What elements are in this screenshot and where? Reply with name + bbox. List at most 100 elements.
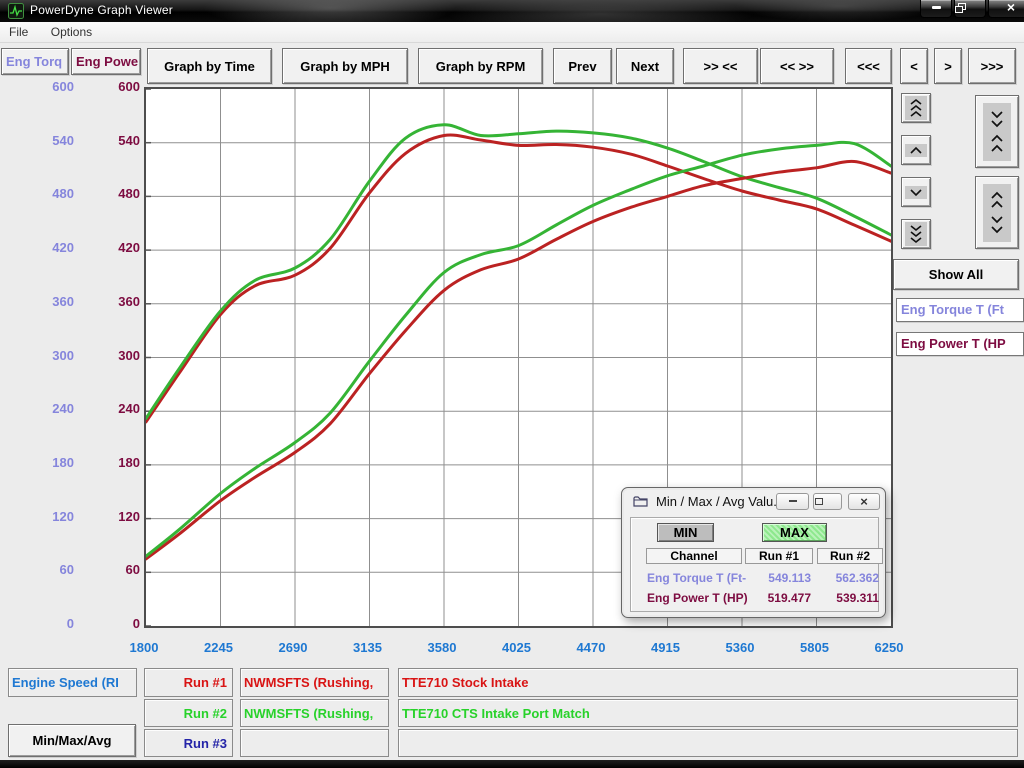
column-header-run2[interactable]: Run #2 — [817, 548, 883, 564]
run1-desc-field[interactable]: TTE710 Stock Intake — [398, 668, 1018, 697]
y-tick-power-300: 300 — [0, 347, 140, 365]
window-minimize-button[interactable] — [920, 0, 952, 18]
y-tick-torque-360: 360 — [0, 293, 74, 311]
x-tick-2245: 2245 — [189, 640, 249, 655]
minmax-dialog[interactable]: Min / Max / Avg Valu... × MIN MAX Channe… — [621, 487, 886, 618]
title-bar[interactable]: PowerDyne Graph Viewer × — [0, 0, 1024, 22]
y-axis-power-labels: 0 60 120 180 240 300 360 420 480 540 600 — [0, 0, 140, 768]
scroll-left-button[interactable]: < — [900, 48, 928, 84]
x-tick-4025: 4025 — [487, 640, 547, 655]
menu-file[interactable]: File — [0, 22, 37, 42]
x-tick-2690: 2690 — [263, 640, 323, 655]
max-tab-button[interactable]: MAX — [762, 523, 827, 542]
row-channel-label: Eng Power T (HP) — [647, 591, 748, 605]
y-tick-torque-60: 60 — [0, 561, 74, 579]
minimize-icon — [932, 6, 941, 9]
row-run1-value: 549.113 — [745, 571, 811, 585]
x-tick-1800: 1800 — [114, 640, 174, 655]
menu-options[interactable]: Options — [42, 22, 101, 42]
y-scroll-triple-up-button[interactable] — [901, 93, 931, 123]
row-run2-value: 562.362 — [817, 571, 879, 585]
powerdyne-window: PowerDyne Graph Viewer × File Options En… — [0, 0, 1024, 768]
zoom-out-x-button[interactable]: << >> — [760, 48, 834, 84]
scroll-right-button[interactable]: > — [934, 48, 962, 84]
y-tick-torque-180: 180 — [0, 454, 74, 472]
channel-button-power[interactable]: Eng Powe — [71, 48, 141, 75]
restore-icon — [814, 497, 824, 506]
x-tick-4470: 4470 — [561, 640, 621, 655]
y-zoom-expand-button[interactable] — [975, 176, 1019, 249]
row-run1-value: 519.477 — [745, 591, 811, 605]
menu-bar: File Options — [0, 22, 1024, 43]
app-icon — [8, 3, 24, 19]
y-tick-torque-120: 120 — [0, 508, 74, 526]
y-tick-torque-540: 540 — [0, 132, 74, 150]
y-tick-torque-0: 0 — [0, 615, 74, 633]
legend-torque-button[interactable]: Eng Torque T (Ft — [896, 298, 1024, 322]
dialog-close-button[interactable]: × — [848, 493, 880, 510]
minimize-icon — [789, 500, 797, 502]
legend-power-button[interactable]: Eng Power T (HP — [896, 332, 1024, 356]
chevron-triple-down-icon — [905, 222, 927, 246]
y-scroll-triple-down-button[interactable] — [901, 219, 931, 249]
y-scroll-down-button[interactable] — [901, 177, 931, 207]
chevron-triple-up-icon — [905, 96, 927, 120]
y-zoom-collapse-button[interactable] — [975, 95, 1019, 168]
run3-desc-field[interactable] — [398, 729, 1018, 757]
y-tick-power-480: 480 — [0, 185, 140, 203]
restore-icon — [955, 3, 966, 13]
y-scroll-up-button[interactable] — [901, 135, 931, 165]
x-axis-labels: 1800224526903135358040254470491553605805… — [0, 640, 1024, 656]
y-tick-power-360: 360 — [0, 293, 140, 311]
x-tick-5805: 5805 — [785, 640, 845, 655]
min-tab-button[interactable]: MIN — [657, 523, 714, 542]
y-axis-torque-labels: 060120180240300360420480540600 — [0, 0, 74, 768]
graph-by-rpm-button[interactable]: Graph by RPM — [418, 48, 543, 84]
run3-label: Run #3 — [144, 729, 233, 757]
close-icon: × — [1007, 0, 1015, 15]
column-header-channel[interactable]: Channel — [646, 548, 742, 564]
window-close-button[interactable]: × — [988, 0, 1024, 18]
scroll-far-right-button[interactable]: >>> — [968, 48, 1016, 84]
y-tick-power-60: 60 — [0, 561, 140, 579]
x-tick-6250: 6250 — [859, 640, 919, 655]
run1-label: Run #1 — [144, 668, 233, 697]
y-tick-power-240: 240 — [0, 400, 140, 418]
y-tick-power-600: 600 — [0, 78, 140, 96]
y-tick-power-180: 180 — [0, 454, 140, 472]
channel-button-torque[interactable]: Eng Torq — [1, 48, 69, 75]
chevron-up-icon — [905, 144, 927, 157]
run2-file-field[interactable]: NWMSFTS (Rushing, — [240, 699, 389, 727]
y-tick-torque-480: 480 — [0, 185, 74, 203]
dialog-restore-button[interactable] — [813, 493, 842, 510]
y-tick-torque-600: 600 — [0, 78, 74, 96]
scroll-far-left-button[interactable]: <<< — [845, 48, 892, 84]
window-bottom-border — [0, 760, 1024, 768]
row-channel-label: Eng Torque T (Ft- — [647, 571, 746, 585]
show-all-button[interactable]: Show All — [893, 259, 1019, 290]
x-tick-3580: 3580 — [412, 640, 472, 655]
chevron-expand-icon — [983, 184, 1011, 242]
y-tick-torque-420: 420 — [0, 239, 74, 257]
minmaxavg-button[interactable]: Min/Max/Avg — [8, 724, 136, 757]
column-header-run1[interactable]: Run #1 — [745, 548, 813, 564]
y-tick-power-120: 120 — [0, 508, 140, 526]
x-channel-button[interactable]: Engine Speed (RI — [8, 668, 137, 697]
y-tick-power-420: 420 — [0, 239, 140, 257]
row-run2-value: 539.311 — [817, 591, 879, 605]
y-tick-power-540: 540 — [0, 132, 140, 150]
window-restore-button[interactable] — [954, 0, 986, 18]
graph-by-time-button[interactable]: Graph by Time — [147, 48, 272, 84]
zoom-in-x-button[interactable]: >> << — [683, 48, 758, 84]
run3-file-field[interactable] — [240, 729, 389, 757]
y-tick-power-0: 0 — [0, 615, 140, 633]
prev-button[interactable]: Prev — [553, 48, 612, 84]
run2-desc-field[interactable]: TTE710 CTS Intake Port Match — [398, 699, 1018, 727]
y-tick-torque-240: 240 — [0, 400, 74, 418]
dialog-minimize-button[interactable] — [776, 493, 809, 510]
graph-by-mph-button[interactable]: Graph by MPH — [282, 48, 408, 84]
dialog-title: Min / Max / Avg Valu... — [656, 494, 784, 509]
minmax-panel: MIN MAX Channel Run #1 Run #2 Eng Torque… — [630, 517, 879, 612]
run1-file-field[interactable]: NWMSFTS (Rushing, — [240, 668, 389, 697]
next-button[interactable]: Next — [616, 48, 674, 84]
